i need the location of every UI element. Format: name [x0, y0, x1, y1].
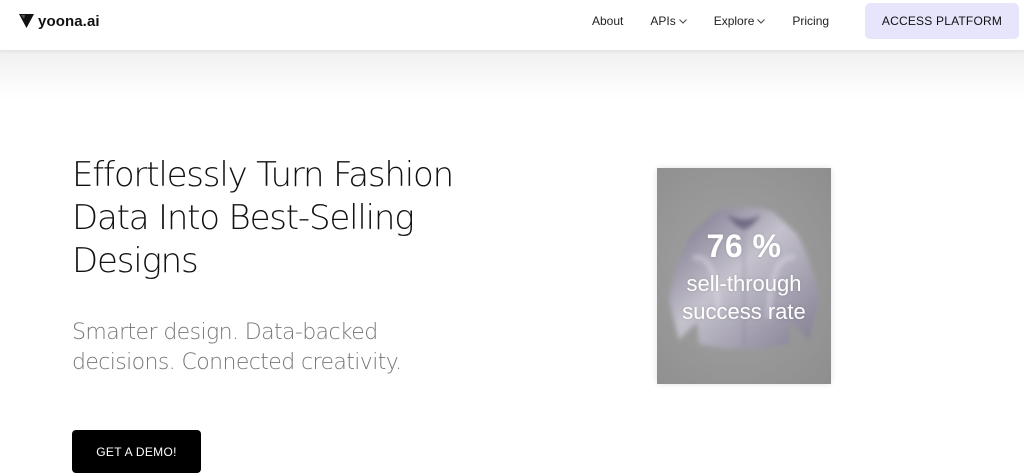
access-platform-button[interactable]: ACCESS PLATFORM — [865, 3, 1019, 39]
nav-item-pricing[interactable]: Pricing — [792, 14, 829, 28]
nav-item-about[interactable]: About — [592, 14, 623, 28]
promo-label: success rate — [682, 299, 806, 324]
promo-card: 76 % sell-through success rate — [657, 168, 831, 384]
hero-title-line: Effortlessly Turn Fashion — [72, 155, 454, 195]
main-nav: About APIs Explore Pricing — [592, 14, 829, 28]
chevron-down-icon — [757, 18, 766, 24]
nav-item-label: Pricing — [792, 14, 830, 28]
hero-title: Effortlessly Turn Fashion Data Into Best… — [72, 154, 492, 283]
page: yoona.ai About APIs Explore Pricing ACCE… — [0, 0, 1024, 476]
promo-percent: 76 % — [706, 228, 782, 264]
promo-label: sell-through — [686, 271, 802, 296]
nav-item-apis[interactable]: APIs — [650, 14, 687, 28]
header-shadow-band — [0, 50, 1024, 100]
hero-title-line: Data Into Best-Selling — [72, 198, 415, 238]
hero-subtitle: Smarter design. Data-backed decisions. C… — [72, 318, 432, 378]
chevron-down-icon — [678, 18, 687, 24]
brand-name: yoona.ai — [38, 12, 100, 30]
nav-item-label: Explore — [713, 14, 755, 28]
nav-item-explore[interactable]: Explore — [714, 14, 766, 28]
nav-item-label: APIs — [650, 14, 676, 28]
hero-subtitle-line: Smarter design. Data-backed — [72, 320, 378, 345]
triangle-logo-icon — [19, 14, 34, 28]
get-demo-button[interactable]: GET A DEMO! — [72, 430, 201, 473]
hero-subtitle-line: decisions. Connected creativity. — [72, 350, 402, 375]
top-navbar: yoona.ai About APIs Explore Pricing ACCE… — [0, 0, 1024, 50]
nav-item-label: About — [592, 14, 624, 28]
brand-logo[interactable]: yoona.ai — [19, 11, 100, 31]
hero-title-line: Designs — [72, 241, 199, 281]
